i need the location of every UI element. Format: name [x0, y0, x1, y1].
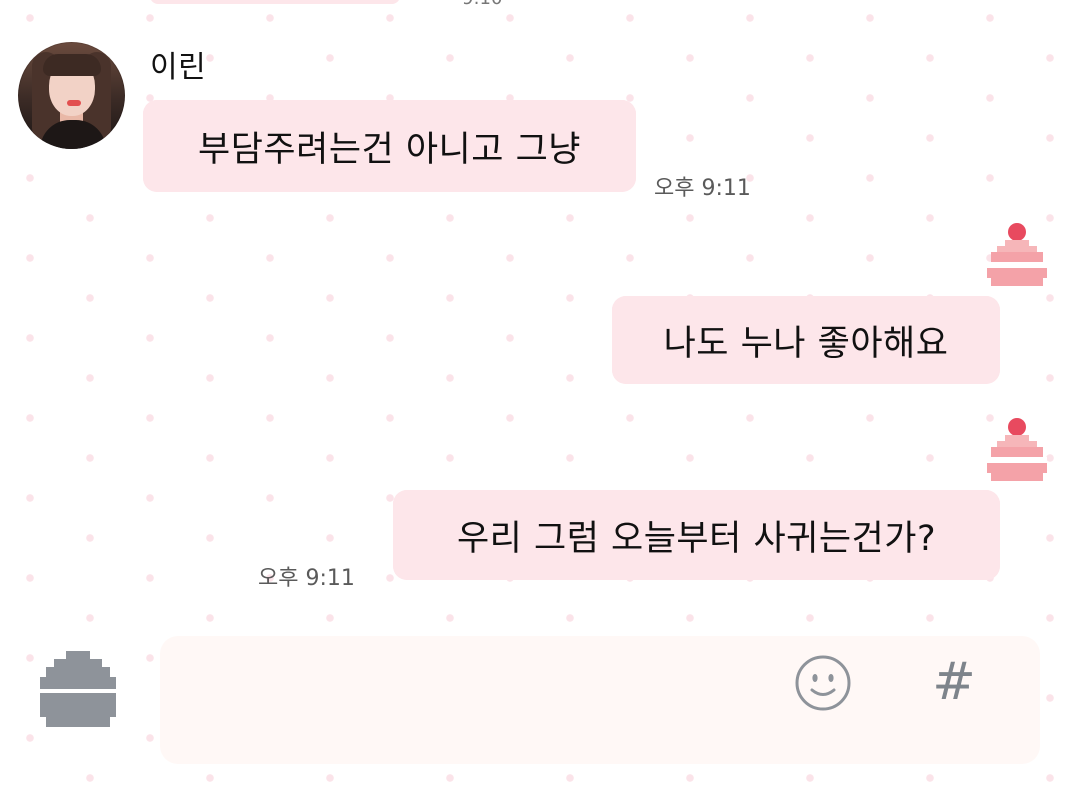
avatar-bangs — [43, 54, 101, 76]
hashtag-icon[interactable]: # — [930, 652, 978, 712]
previous-message-time-remnant: 9:10 — [462, 0, 502, 9]
pink-cake-icon — [987, 223, 1047, 286]
sender-name: 이린 — [150, 50, 207, 85]
outgoing-message-bubble[interactable]: 나도 누나 좋아해요 — [612, 296, 1000, 384]
avatar[interactable] — [18, 42, 125, 149]
previous-message-bubble-remnant — [150, 0, 400, 4]
incoming-message-time: 오후 9:11 — [654, 176, 751, 201]
avatar-lips — [67, 100, 81, 106]
smiley-icon[interactable] — [794, 654, 852, 712]
incoming-message-bubble[interactable]: 부담주려는건 아니고 그냥 — [143, 100, 636, 192]
outgoing-message-bubble[interactable]: 우리 그럼 오늘부터 사귀는건가? — [393, 490, 1000, 580]
incoming-message-text: 부담주려는건 아니고 그냥 — [198, 129, 581, 170]
pink-cake-icon — [987, 418, 1047, 481]
outgoing-message-text: 나도 누나 좋아해요 — [663, 323, 949, 364]
outgoing-message-text: 우리 그럼 오늘부터 사귀는건가? — [456, 518, 937, 559]
outgoing-message-time: 오후 9:11 — [258, 566, 355, 591]
gray-cake-icon[interactable] — [36, 645, 120, 735]
message-input[interactable] — [160, 636, 1040, 764]
